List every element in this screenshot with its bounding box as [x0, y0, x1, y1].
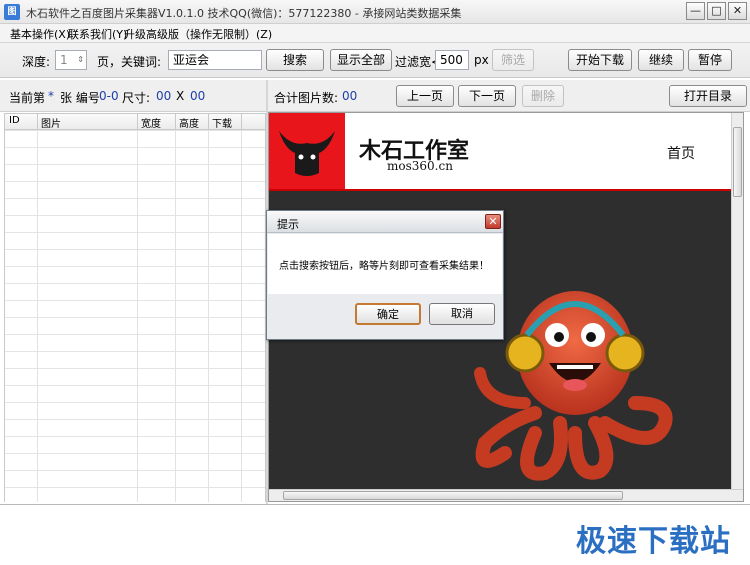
- total-value: 00: [342, 89, 358, 103]
- grid-column-line: [208, 130, 209, 502]
- grid-column-line: [175, 130, 176, 502]
- watermark-text: 极速下载站: [576, 524, 731, 559]
- nav-home-link[interactable]: 首页: [667, 143, 695, 163]
- grid-column-line: [241, 130, 242, 502]
- image-info-bar: 当前第 * 张 编号 0-0 尺寸: 00 X 00: [0, 80, 266, 112]
- dialog-body: 点击搜索按钮后，略等片刻即可查看采集结果！: [268, 234, 502, 294]
- website-header: 木石工作室 mos360.cn 首页: [269, 113, 731, 191]
- column-divider: [137, 114, 138, 129]
- page-keyword-label: 页，关键词:: [97, 55, 162, 69]
- index-value: 0-0: [99, 89, 119, 103]
- close-button[interactable]: ✕: [728, 2, 747, 20]
- dialog-ok-button[interactable]: 确定: [355, 303, 421, 325]
- size-x-label: X: [176, 89, 185, 103]
- column-divider: [241, 114, 242, 129]
- grid-column-line: [37, 130, 38, 502]
- menu-bar: 基本操作(X) 联系我们(Y) 升级高级版（操作无限制）(Z): [0, 24, 750, 42]
- title-bar: 图 木石软件之百度图片采集器V1.0.1.0 技术QQ(微信)：57712238…: [0, 0, 750, 24]
- column-download[interactable]: 下载: [212, 115, 232, 130]
- depth-spinner[interactable]: 1 ⇕: [55, 50, 87, 70]
- current-label: 当前第: [9, 91, 46, 105]
- horizontal-scroll-thumb[interactable]: [283, 491, 623, 500]
- column-divider: [175, 114, 176, 129]
- open-folder-button[interactable]: 打开目录: [669, 85, 747, 107]
- spinner-arrows-icon[interactable]: ⇕: [77, 51, 84, 69]
- column-image[interactable]: 图片: [41, 115, 61, 130]
- total-label: 合计图片数:: [274, 91, 339, 105]
- continue-button[interactable]: 继续: [638, 49, 684, 71]
- px-label: px: [474, 53, 489, 67]
- filter-width-input[interactable]: 500: [435, 50, 469, 70]
- studio-url: mos360.cn: [387, 159, 453, 173]
- column-id[interactable]: ID: [9, 115, 20, 126]
- dialog-cancel-button[interactable]: 取消: [429, 303, 495, 325]
- column-height[interactable]: 高度: [179, 115, 199, 130]
- dialog-close-icon[interactable]: ✕: [485, 214, 501, 229]
- column-divider: [37, 114, 38, 129]
- minimize-button[interactable]: —: [686, 2, 705, 20]
- app-icon: 图: [4, 4, 20, 20]
- toolbar: 深度: 1 ⇕ 页，关键词: 亚运会 搜索 显示全部 过滤宽< 500 px 筛…: [0, 42, 750, 78]
- studio-logo[interactable]: [269, 113, 345, 189]
- results-grid-header: ID 图片 宽度 高度 下载: [4, 113, 266, 130]
- vertical-scroll-thumb[interactable]: [733, 127, 742, 197]
- dialog-title: 提示: [277, 218, 299, 231]
- page-nav-bar: 合计图片数: 00 上一页 下一页 删除 打开目录: [268, 80, 750, 112]
- filter-button[interactable]: 筛选: [492, 49, 534, 71]
- search-button[interactable]: 搜索: [266, 49, 324, 71]
- prompt-dialog: 提示 ✕ 点击搜索按钮后，略等片刻即可查看采集结果！ 确定 取消: [266, 210, 504, 340]
- menu-upgrade[interactable]: 升级高级版（操作无限制）(Z): [124, 26, 272, 42]
- pause-button[interactable]: 暂停: [688, 49, 732, 71]
- dialog-title-bar[interactable]: 提示 ✕: [267, 211, 503, 233]
- depth-label: 深度:: [22, 55, 51, 69]
- window-title: 木石软件之百度图片采集器V1.0.1.0 技术QQ(微信)：577122380 …: [26, 7, 462, 20]
- dialog-message: 点击搜索按钮后，略等片刻即可查看采集结果！: [279, 261, 489, 272]
- index-label: 张 编号: [60, 91, 100, 105]
- next-page-button[interactable]: 下一页: [458, 85, 516, 107]
- size-label: 尺寸:: [122, 91, 151, 105]
- delete-button[interactable]: 删除: [522, 85, 564, 107]
- menu-contact[interactable]: 联系我们(Y): [68, 26, 127, 42]
- start-download-button[interactable]: 开始下载: [568, 49, 632, 71]
- current-value: *: [48, 89, 54, 103]
- column-divider: [208, 114, 209, 129]
- header-accent-line: [269, 189, 731, 191]
- results-grid[interactable]: [4, 130, 266, 502]
- bull-logo-icon: [279, 131, 335, 176]
- image-width-value: 00: [156, 89, 172, 103]
- maximize-button[interactable]: □: [707, 2, 726, 20]
- keyword-input[interactable]: 亚运会: [168, 50, 262, 70]
- image-height-value: 00: [190, 89, 206, 103]
- prev-page-button[interactable]: 上一页: [396, 85, 454, 107]
- depth-value: 1: [60, 53, 68, 67]
- show-all-button[interactable]: 显示全部: [330, 49, 392, 71]
- menu-basic-ops[interactable]: 基本操作(X): [10, 26, 70, 42]
- grid-column-line: [137, 130, 138, 502]
- column-width[interactable]: 宽度: [141, 115, 161, 130]
